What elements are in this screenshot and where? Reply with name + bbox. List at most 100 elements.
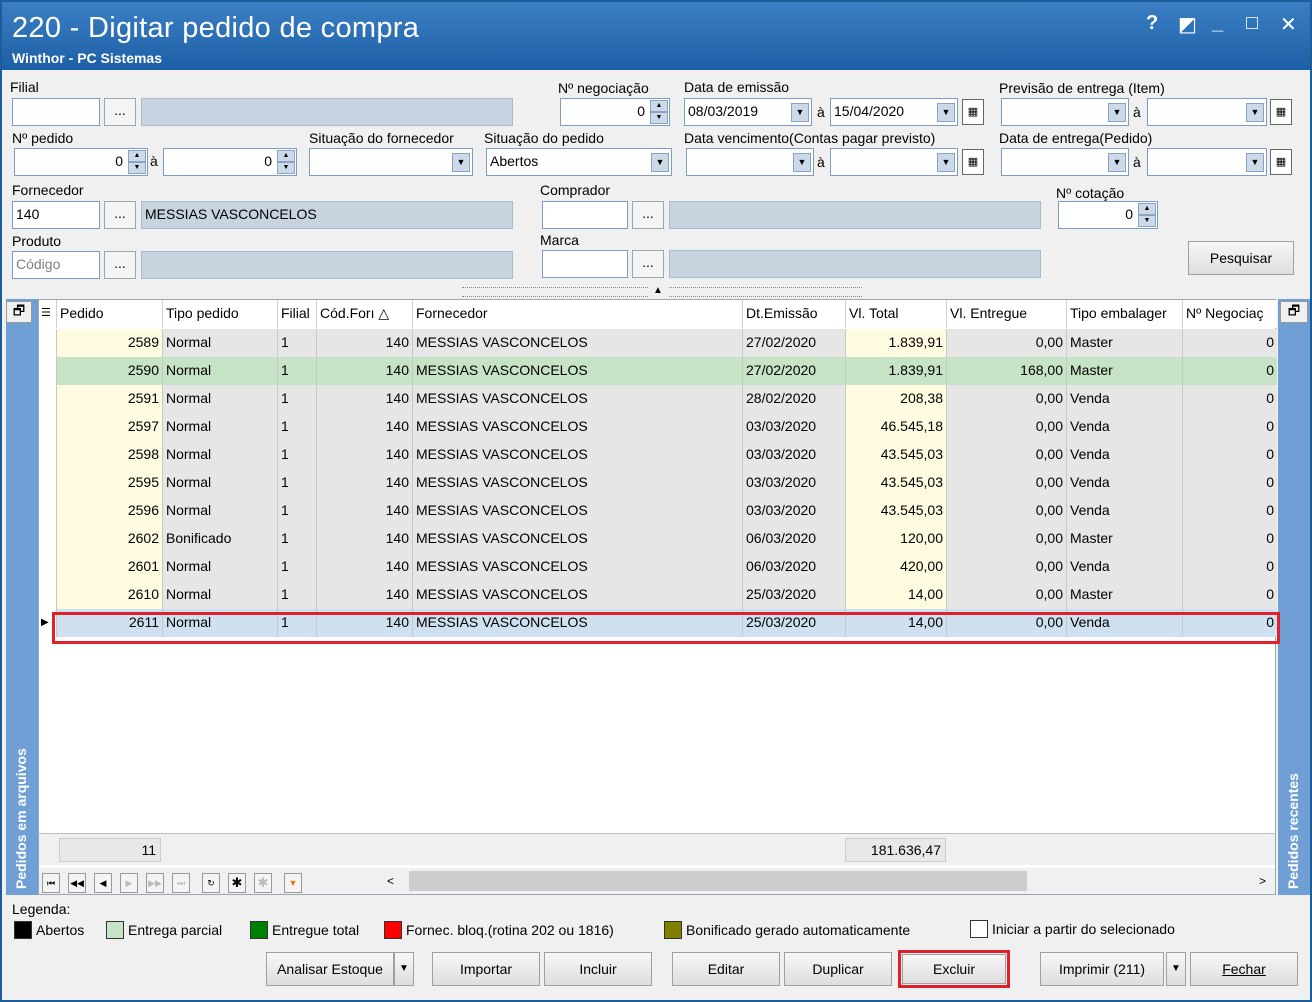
analisar-estoque-button[interactable]: Analisar Estoque [266,952,394,986]
pedido-to[interactable]: 0 ▲ ▼ [163,148,297,176]
calendar-icon[interactable]: ▦ [1270,99,1292,125]
data-venc-from[interactable]: ▼ [686,148,814,176]
marca-code-input[interactable] [542,250,628,278]
row-indicator[interactable] [39,525,57,553]
importar-button[interactable]: Importar [432,952,540,986]
delete-icon[interactable]: ✱ [254,873,272,893]
data-emissao-from[interactable]: 08/03/2019 ▼ [684,98,812,126]
previsao-from[interactable]: ▼ [1001,98,1129,126]
sit-pedido-select[interactable]: Abertos ▼ [486,148,672,176]
calendar-icon[interactable]: ▦ [1270,149,1292,175]
pedido-from-spinner[interactable]: ▲ ▼ [128,150,146,174]
row-indicator[interactable] [39,441,57,469]
table-row[interactable]: 2610 Normal 1 140 MESSIAS VASCONCELOS 25/03/2… [39,581,1277,609]
fornecedor-lookup-button[interactable]: ... [104,201,136,229]
scroll-left-icon[interactable]: < [387,871,401,891]
table-row[interactable]: 2590 Normal 1 140 MESSIAS VASCONCELOS 27/02/2… [39,357,1277,385]
insert-icon[interactable]: ✱ [228,873,246,893]
table-row[interactable]: 2589 Normal 1 140 MESSIAS VASCONCELOS 27/02/2… [39,329,1277,357]
col-tipo-pedido[interactable]: Tipo pedido [163,300,278,328]
chevron-down-icon[interactable]: ▼ [1108,153,1126,172]
produto-lookup-button[interactable]: ... [104,251,136,279]
col-filial[interactable]: Filial [278,300,317,328]
cotacao-input[interactable]: 0 ▲ ▼ [1058,201,1158,229]
table-row[interactable]: 2596 Normal 1 140 MESSIAS VASCONCELOS 03/03/2… [39,497,1277,525]
comprador-lookup-button[interactable]: ... [632,201,664,229]
negociacao-input[interactable]: 0 ▲ ▼ [560,98,670,126]
dock-icon[interactable]: 🗗 [6,301,32,323]
row-indicator[interactable] [39,581,57,609]
data-emissao-to[interactable]: 15/04/2020 ▼ [830,98,958,126]
col-cod-fornecedor[interactable]: Cód.Forı △ [317,300,413,328]
restore-layout-icon[interactable]: ◩ [1178,12,1197,37]
iniciar-checkbox[interactable] [970,920,988,938]
col-fornecedor[interactable]: Fornecedor [413,300,743,328]
maximize-icon[interactable]: □ [1246,12,1258,35]
fechar-button[interactable]: Fechar [1190,952,1298,986]
col-tipo-embalagem[interactable]: Tipo embalager [1067,300,1183,328]
row-indicator[interactable] [39,385,57,413]
chevron-down-icon[interactable]: ▼ [452,153,470,172]
filial-input[interactable] [12,98,100,126]
chevron-down-icon[interactable]: ▼ [791,103,809,122]
chevron-down-icon[interactable]: ▼ [394,952,414,986]
comprador-code-input[interactable] [542,201,628,229]
calendar-icon[interactable]: ▦ [962,99,984,125]
table-row[interactable]: 2597 Normal 1 140 MESSIAS VASCONCELOS 03/03/2… [39,413,1277,441]
chevron-down-icon[interactable]: ▼ [651,153,669,172]
filial-lookup-button[interactable]: ... [104,98,136,126]
col-vl-entregue[interactable]: Vl. Entregue [947,300,1067,328]
table-row[interactable]: 2598 Normal 1 140 MESSIAS VASCONCELOS 03/03/2… [39,441,1277,469]
table-row[interactable]: 2595 Normal 1 140 MESSIAS VASCONCELOS 03/03/2… [39,469,1277,497]
previsao-to[interactable]: ▼ [1147,98,1267,126]
col-dt-emissao[interactable]: Dt.Emissão [743,300,846,328]
editar-button[interactable]: Editar [672,952,780,986]
chevron-down-icon[interactable]: ▼ [1246,103,1264,122]
col-negociacao[interactable]: Nº Negociaç [1183,300,1277,328]
sit-fornecedor-select[interactable]: ▼ [309,148,473,176]
imprimir-button[interactable]: Imprimir (211) [1040,952,1164,986]
table-row[interactable]: 2591 Normal 1 140 MESSIAS VASCONCELOS 28/02/2… [39,385,1277,413]
dock-icon[interactable]: 🗗 [1280,301,1308,323]
chevron-down-icon[interactable]: ▼ [937,103,955,122]
fornecedor-code-input[interactable]: 140 [12,201,100,229]
incluir-button[interactable]: Incluir [544,952,652,986]
calendar-icon[interactable]: ▦ [962,149,984,175]
negociacao-spinner[interactable]: ▲ ▼ [650,100,668,124]
chevron-down-icon[interactable]: ▼ [1166,952,1186,986]
row-indicator[interactable] [39,413,57,441]
refresh-icon[interactable]: ↻ [202,873,220,893]
table-row[interactable]: 2601 Normal 1 140 MESSIAS VASCONCELOS 06/03/2… [39,553,1277,581]
chevron-down-icon[interactable]: ▼ [937,153,955,172]
collapse-icon[interactable]: ▲ [648,285,668,299]
pesquisar-button[interactable]: Pesquisar [1188,241,1294,275]
row-indicator[interactable] [39,329,57,357]
scroll-right-icon[interactable]: > [1259,871,1273,891]
prev-page-icon[interactable]: ◀◀ [68,873,86,893]
excluir-button[interactable]: Excluir [902,954,1006,984]
marca-lookup-button[interactable]: ... [632,250,664,278]
pedidos-recentes-panel[interactable]: Pedidos recentes [1278,299,1310,895]
next-page-icon[interactable]: ▶▶ [146,873,164,893]
data-entrega-from[interactable]: ▼ [1001,148,1129,176]
duplicar-button[interactable]: Duplicar [784,952,892,986]
data-venc-to[interactable]: ▼ [830,148,958,176]
column-chooser-icon[interactable]: ☰ [39,300,57,328]
prev-record-icon[interactable]: ◀ [94,873,112,893]
help-icon[interactable]: ? [1146,12,1158,35]
pedidos-arquivos-panel[interactable]: Pedidos em arquivos [6,299,38,895]
produto-code-input[interactable]: Código [12,251,100,279]
pedido-to-spinner[interactable]: ▲ ▼ [277,150,295,174]
col-pedido[interactable]: Pedido [57,300,163,328]
chevron-down-icon[interactable]: ▼ [1108,103,1126,122]
chevron-down-icon[interactable]: ▼ [1246,153,1264,172]
data-entrega-to[interactable]: ▼ [1147,148,1267,176]
table-row[interactable]: 2602 Bonificado 1 140 MESSIAS VASCONCELOS 06/… [39,525,1277,553]
close-icon[interactable]: ✕ [1280,12,1297,37]
row-indicator[interactable] [39,497,57,525]
first-record-icon[interactable]: ⏮ [42,873,60,893]
last-record-icon[interactable]: ⏭ [172,873,190,893]
chevron-down-icon[interactable]: ▼ [793,153,811,172]
row-indicator[interactable] [39,553,57,581]
filter-icon[interactable]: ▼ [284,873,302,893]
